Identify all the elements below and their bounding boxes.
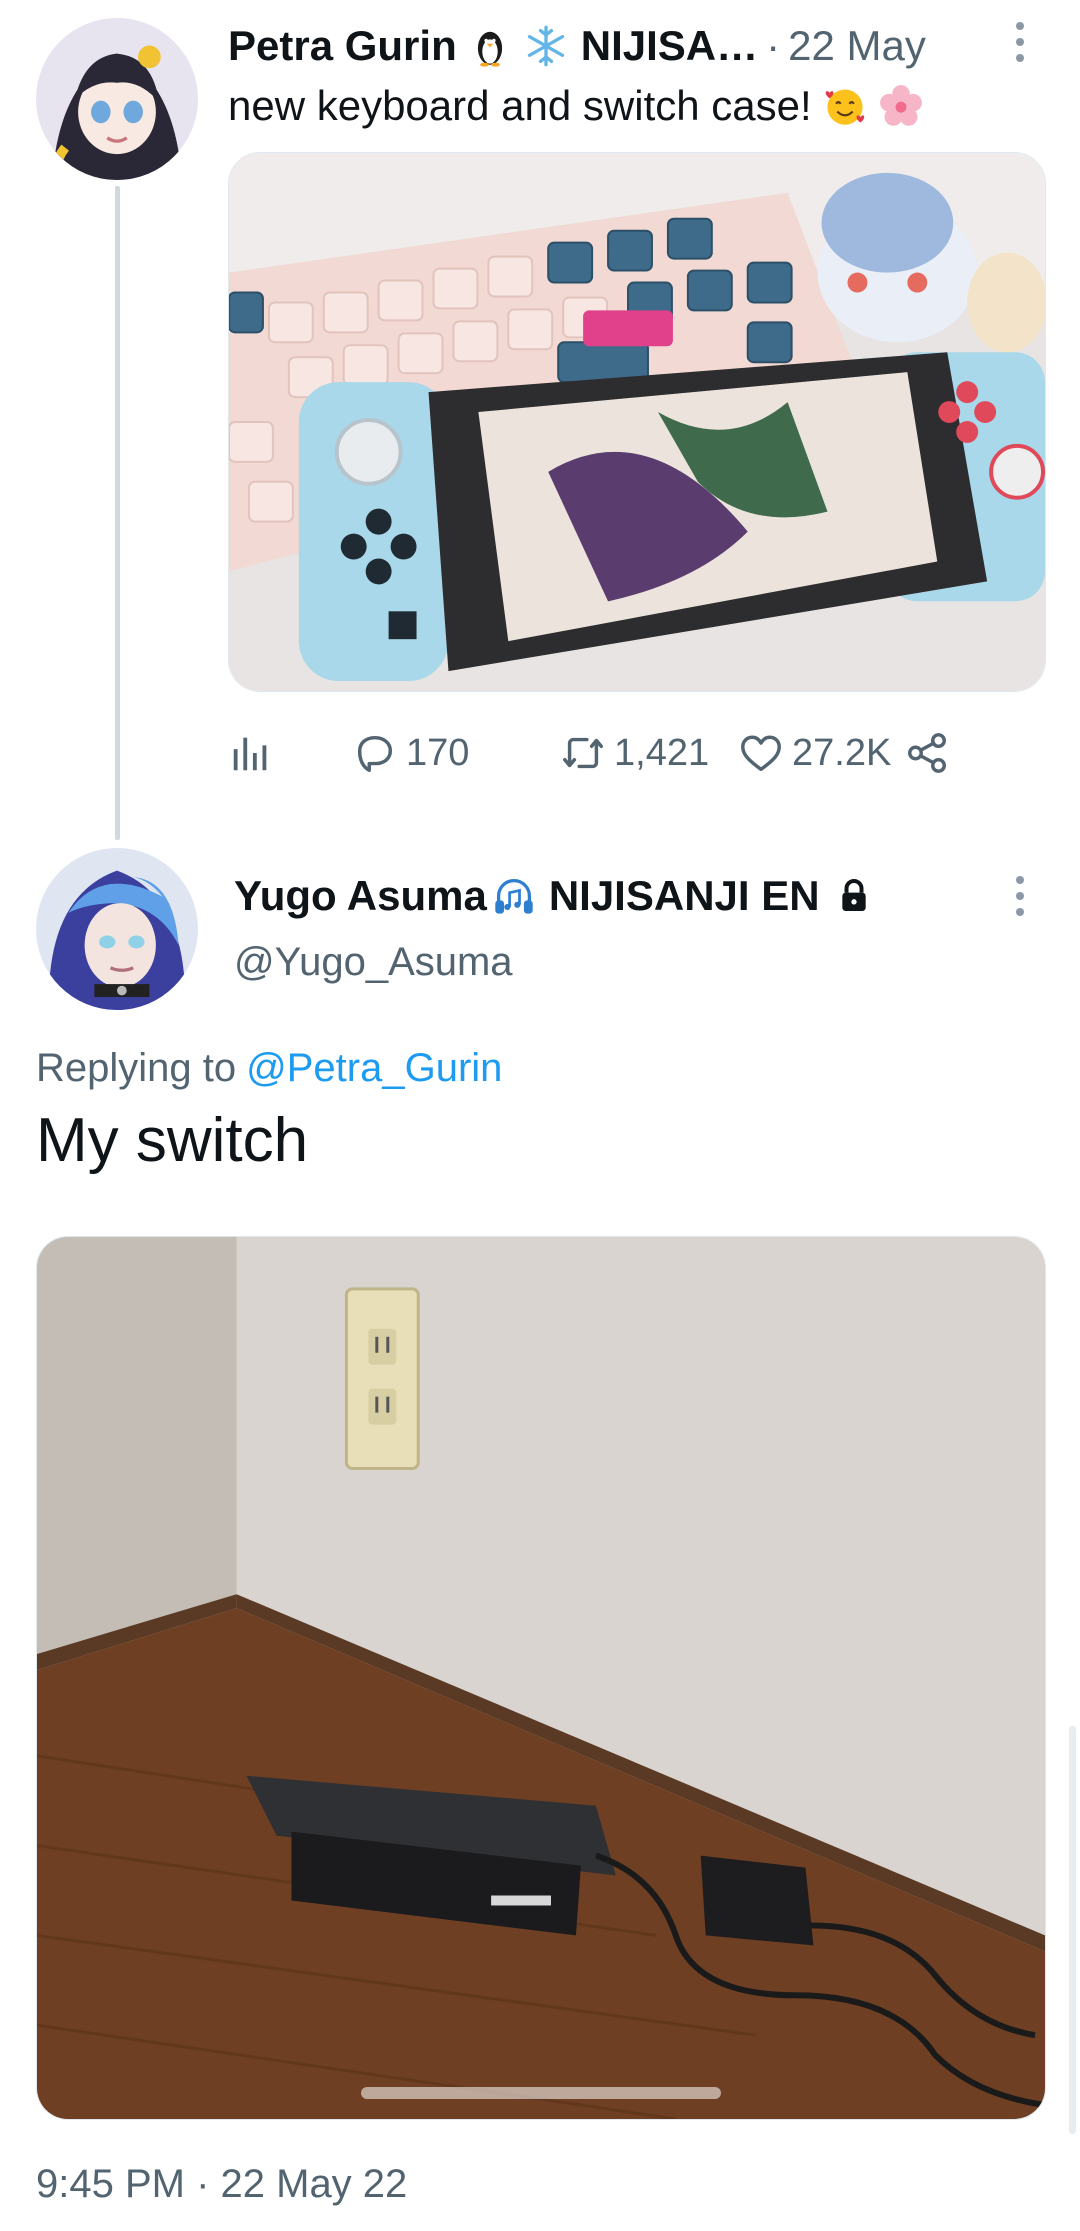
reply-tweet-photo[interactable] (36, 1236, 1046, 2120)
reply-author-handle[interactable]: @Yugo_Asuma (234, 934, 513, 990)
reply-more-options-button[interactable] (1000, 866, 1040, 926)
parent-tweet-time[interactable]: 22 May (788, 22, 926, 70)
like-button[interactable]: 27.2K (738, 720, 891, 786)
analytics-bars-icon (233, 737, 267, 771)
like-count: 27.2K (792, 731, 892, 774)
media-swipe-indicator (361, 2087, 721, 2099)
view-analytics-button[interactable] (228, 720, 274, 786)
parent-author-avatar[interactable] (36, 18, 198, 180)
thread-connector-line (115, 186, 120, 840)
parent-tweet-header: Petra Gurin NIJISA… · 22 May (228, 18, 988, 74)
parent-tweet-text: new keyboard and switch case! (228, 82, 812, 129)
headphone-music-icon (491, 873, 537, 919)
reply-count: 170 (406, 731, 470, 774)
retweet-button[interactable]: 1,421 (560, 720, 709, 786)
lock-icon (834, 876, 874, 916)
share-button[interactable] (904, 720, 950, 786)
replying-to-line: Replying to @Petra_Gurin (36, 1040, 502, 1096)
replying-to-mention-link[interactable]: @Petra_Gurin (246, 1046, 502, 1091)
penguin-icon (467, 23, 513, 69)
header-separator: · (766, 22, 781, 69)
parent-tweet-actions: 170 1,421 27.2K (228, 720, 988, 786)
reply-bubble-icon (357, 735, 393, 772)
reply-author-avatar[interactable] (36, 848, 198, 1010)
reply-tweet-header: Yugo Asuma NIJISANJI EN (234, 868, 874, 924)
snowflake-icon (523, 23, 569, 69)
reply-tweet-text: My switch (36, 1105, 309, 1175)
scrollbar-thumb[interactable] (1069, 1726, 1076, 2134)
parent-author-affiliation: NIJISA… (580, 22, 759, 69)
reply-author-name[interactable]: Yugo Asuma (234, 872, 487, 920)
parent-tweet-text-row: new keyboard and switch case! (228, 78, 924, 134)
reply-button[interactable]: 170 (352, 720, 469, 786)
reply-tweet-timestamp: 9:45 PM · 22 May 22 (36, 2161, 408, 2206)
share-nodes-icon (908, 733, 946, 773)
retweet-count: 1,421 (614, 731, 710, 774)
parent-author-name[interactable]: Petra Gurin (228, 22, 457, 70)
reply-author-affiliation: NIJISANJI EN (548, 872, 820, 919)
smiling-face-with-hearts-icon (822, 83, 868, 129)
parent-more-options-button[interactable] (1000, 12, 1040, 72)
cherry-blossom-icon (878, 83, 924, 129)
replying-to-label: Replying to (36, 1045, 237, 1090)
heart-icon (741, 735, 781, 772)
parent-tweet-photo[interactable] (228, 152, 1046, 692)
retweet-icon (563, 737, 603, 769)
